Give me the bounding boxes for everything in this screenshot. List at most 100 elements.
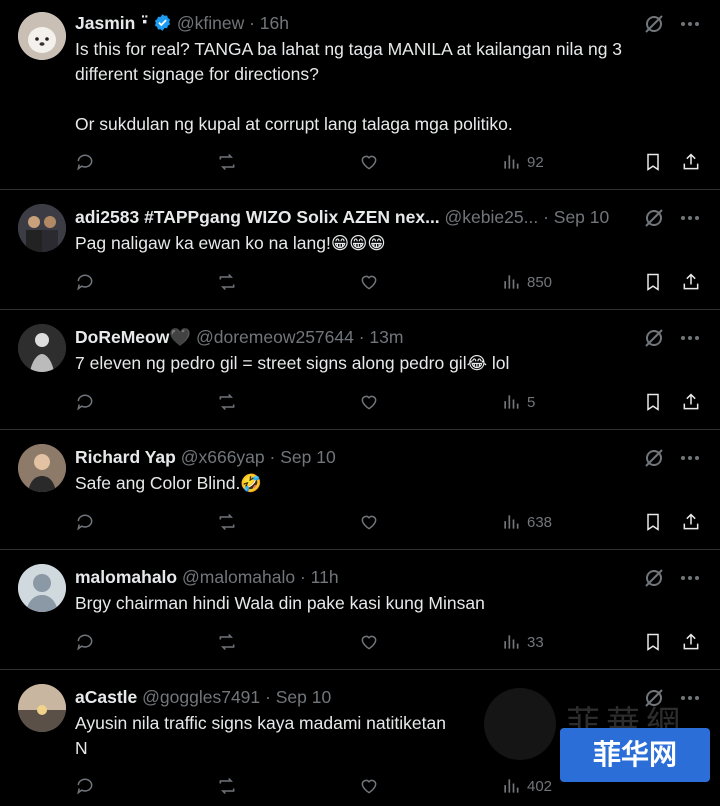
share-button[interactable] [681,150,701,174]
avatar[interactable] [18,444,66,492]
more-icon[interactable] [678,326,702,350]
grok-icon[interactable] [642,326,666,350]
views-button[interactable]: 5 [501,390,535,414]
views-button[interactable]: 33 [501,630,544,654]
views-icon [504,635,519,649]
tweet[interactable]: adi2583 #TAPPgang WIZO Solix AZEN nex...… [0,190,720,310]
action-bar: 638 [75,510,705,534]
repost-button[interactable] [217,150,237,174]
reply-button[interactable] [75,510,95,534]
like-button[interactable] [359,150,379,174]
reply-icon [77,514,93,531]
more-icon[interactable] [678,446,702,470]
bookmark-icon [647,393,659,411]
bookmark-button[interactable] [643,510,663,534]
tweet[interactable]: Jasmin⠐̈ @kfinew · 16h Is this for real?… [0,0,720,190]
views-icon [504,515,519,529]
display-name-suffix: ⠐̈ [135,13,149,33]
views-count: 402 [527,777,553,795]
more-icon[interactable] [678,206,702,230]
reply-button[interactable] [75,150,95,174]
person-avatar-icon [18,444,66,492]
handle[interactable]: @x666yap [181,447,265,467]
reply-icon [77,394,93,411]
repost-button[interactable] [217,270,237,294]
views-icon [504,779,519,793]
more-icon[interactable] [678,566,702,590]
views-button[interactable]: 850 [501,270,552,294]
handle[interactable]: @kebie25... [445,207,539,227]
like-button[interactable] [359,270,379,294]
views-icon [504,275,519,289]
display-name[interactable]: malomahalo [75,567,177,587]
more-icon[interactable] [678,12,702,36]
repost-icon [219,153,235,171]
tweet-text: 7 eleven ng pedro gil = street signs alo… [75,353,510,373]
tweet[interactable]: malomahalo @malomahalo · 11h Brgy chairm… [0,550,720,670]
like-button[interactable] [359,630,379,654]
grok-icon[interactable] [642,566,666,590]
avatar[interactable] [18,564,66,612]
verified-badge-icon [154,14,171,31]
views-button[interactable]: 638 [501,510,552,534]
display-name[interactable]: Jasmin [75,13,135,33]
tweet[interactable]: Richard Yap @x666yap · Sep 10 Safe ang C… [0,430,720,550]
tweet-top-actions [642,566,702,590]
watermark-logo: 菲华网 [560,728,710,782]
grok-icon[interactable] [642,12,666,36]
avatar[interactable] [18,12,66,60]
handle[interactable]: @malomahalo [182,567,295,587]
views-button[interactable]: 92 [501,150,544,174]
timestamp[interactable]: · Sep 10 [270,447,336,467]
share-icon [683,273,699,290]
timestamp[interactable]: · 11h [300,567,339,587]
share-button[interactable] [681,510,701,534]
dog-avatar-icon [18,12,66,60]
figure-avatar-icon [18,324,66,372]
bookmark-button[interactable] [643,150,663,174]
bookmark-button[interactable] [643,630,663,654]
handle[interactable]: @goggles7491 [142,687,260,707]
tweet[interactable]: DoReMeow🖤 @doremeow257644 · 13m 7 eleven… [0,310,720,430]
reply-button[interactable] [75,270,95,294]
timestamp[interactable]: · Sep 10 [265,687,331,707]
bookmark-icon [647,633,659,651]
avatar[interactable] [18,684,66,732]
like-button[interactable] [359,774,379,798]
views-button[interactable]: 402 [501,774,552,798]
repost-button[interactable] [217,510,237,534]
repost-icon [219,513,235,531]
tweet-header: Richard Yap @x666yap · Sep 10 [75,445,640,469]
reply-button[interactable] [75,630,95,654]
repost-button[interactable] [217,774,237,798]
like-button[interactable] [359,390,379,414]
like-button[interactable] [359,510,379,534]
bookmark-button[interactable] [643,270,663,294]
display-name[interactable]: Richard Yap [75,447,176,467]
share-button[interactable] [681,630,701,654]
grok-icon[interactable] [642,206,666,230]
share-button[interactable] [681,390,701,414]
display-name[interactable]: aCastle [75,687,137,707]
grok-icon[interactable] [642,446,666,470]
avatar[interactable] [18,204,66,252]
timestamp[interactable]: · Sep 10 [543,207,609,227]
avatar[interactable] [18,324,66,372]
repost-button[interactable] [217,630,237,654]
timestamp[interactable]: · 16h [249,13,289,33]
reply-button[interactable] [75,774,95,798]
share-button[interactable] [681,270,701,294]
handle[interactable]: @kfinew [177,13,244,33]
display-name[interactable]: DoReMeow🖤 [75,327,191,347]
timestamp[interactable]: · 13m [359,327,404,347]
reply-button[interactable] [75,390,95,414]
handle[interactable]: @doremeow257644 [196,327,354,347]
views-count: 638 [527,513,553,531]
tweet-text: Brgy chairman hindi Wala din pake kasi k… [75,593,485,613]
repost-button[interactable] [217,390,237,414]
share-icon [683,153,699,170]
display-name[interactable]: adi2583 #TAPPgang WIZO Solix AZEN nex... [75,207,440,227]
share-icon [683,393,699,410]
bookmark-button[interactable] [643,390,663,414]
repost-icon [219,633,235,651]
